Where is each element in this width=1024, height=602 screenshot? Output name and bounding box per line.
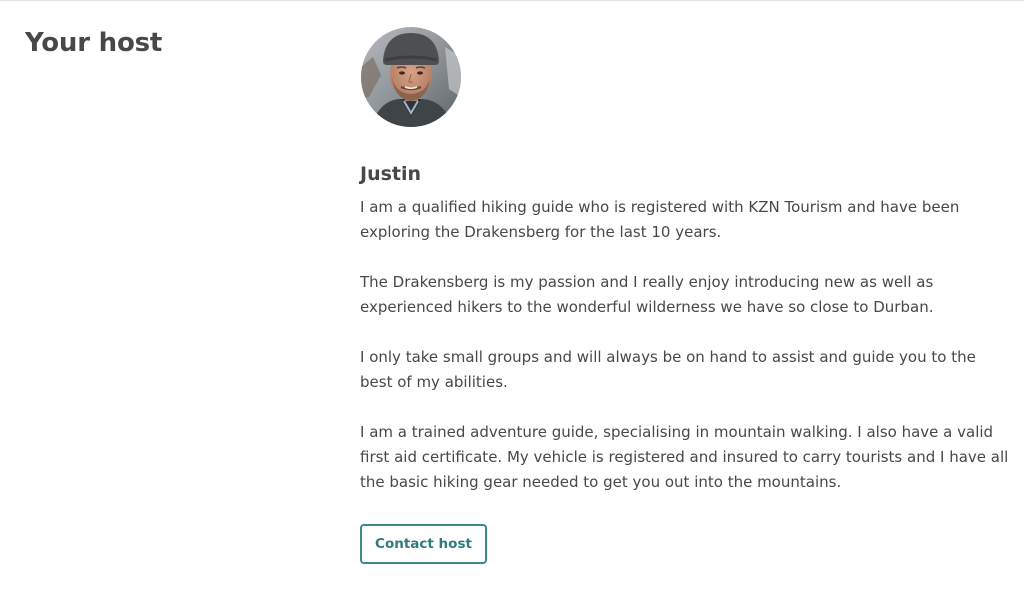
top-divider	[0, 0, 1024, 1]
section-title: Your host	[25, 28, 163, 58]
bio-paragraph: I am a trained adventure guide, speciali…	[360, 423, 1009, 491]
host-name: Justin	[360, 163, 422, 185]
bio-paragraph: I am a qualified hiking guide who is reg…	[360, 198, 960, 241]
host-avatar[interactable]	[361, 27, 461, 127]
contact-host-button[interactable]: Contact host	[360, 524, 487, 564]
bio-paragraph: The Drakensberg is my passion and I real…	[360, 273, 934, 316]
host-bio: I am a qualified hiking guide who is reg…	[360, 195, 1010, 520]
host-photo	[361, 27, 461, 127]
bio-paragraph: I only take small groups and will always…	[360, 348, 976, 391]
